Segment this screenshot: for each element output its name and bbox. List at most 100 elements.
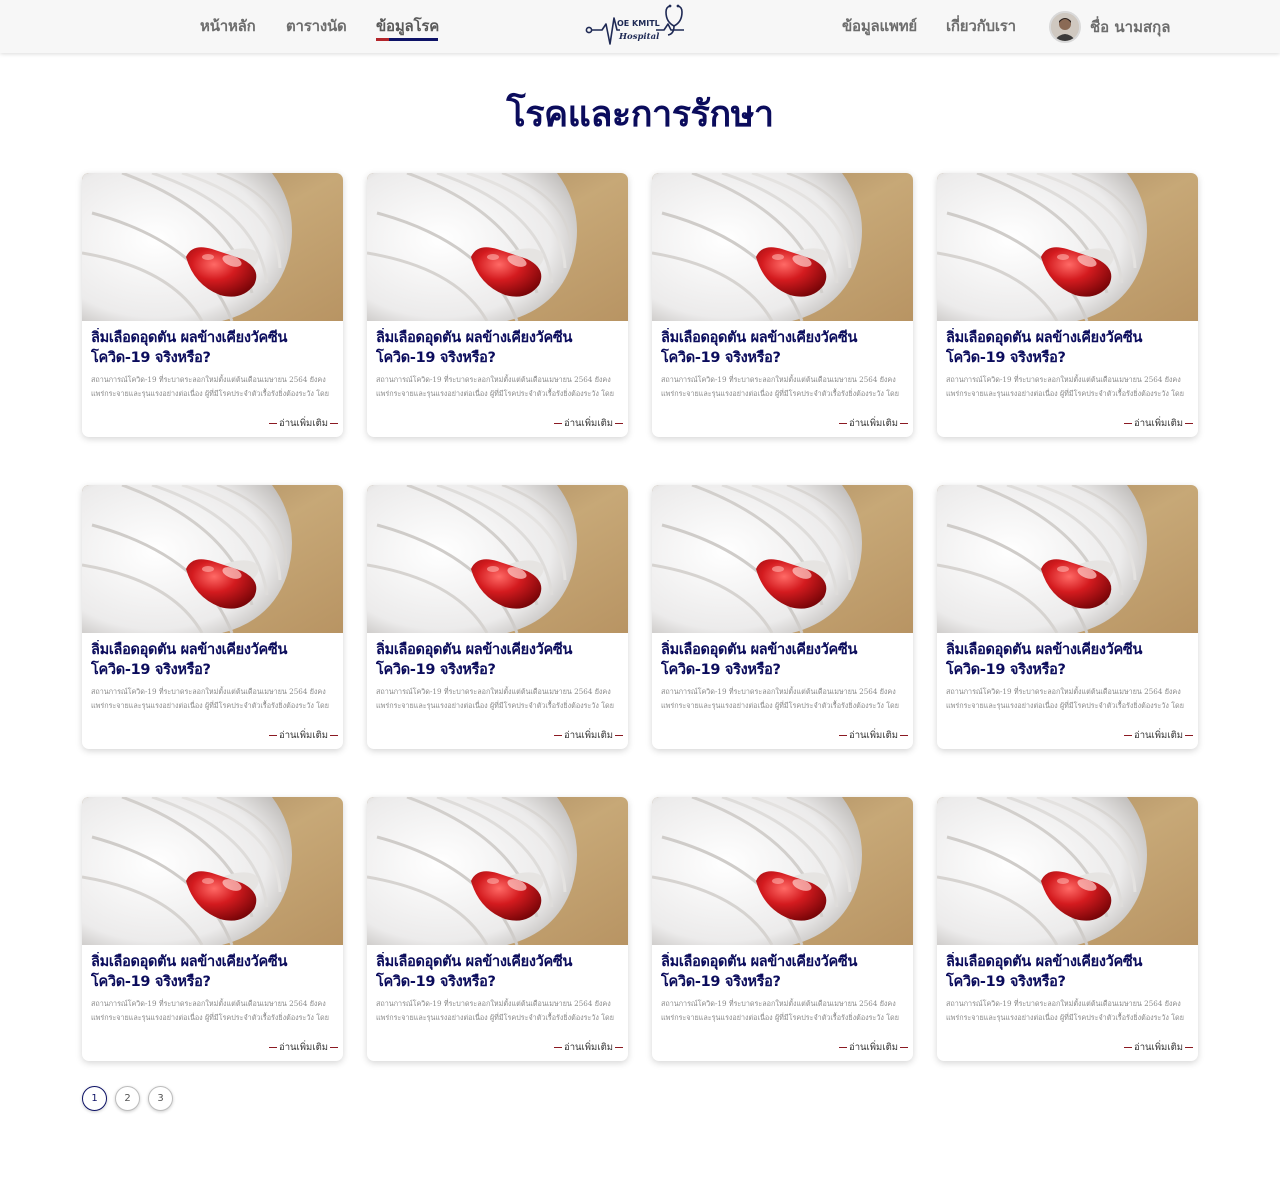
article-title-line2[interactable]: โควิด-19 จริงหรือ?: [946, 660, 1192, 680]
article-title[interactable]: ลิ่มเลือดอุดตัน ผลข้างเคียงวัคซีน โควิด-1…: [376, 952, 622, 992]
article-thumbnail-image[interactable]: [367, 173, 628, 321]
user-profile[interactable]: ชื่อ นามสกุล: [1049, 11, 1170, 43]
article-title[interactable]: ลิ่มเลือดอุดตัน ผลข้างเคียงวัคซีน โควิด-1…: [661, 328, 907, 368]
article-card[interactable]: ลิ่มเลือดอุดตัน ผลข้างเคียงวัคซีน โควิด-1…: [82, 485, 343, 749]
article-thumbnail-image[interactable]: [82, 173, 343, 321]
article-title[interactable]: ลิ่มเลือดอุดตัน ผลข้างเคียงวัคซีน โควิด-1…: [946, 952, 1192, 992]
article-title-line1[interactable]: ลิ่มเลือดอุดตัน ผลข้างเคียงวัคซีน: [376, 328, 622, 348]
article-title-line1[interactable]: ลิ่มเลือดอุดตัน ผลข้างเคียงวัคซีน: [946, 328, 1192, 348]
article-card[interactable]: ลิ่มเลือดอุดตัน ผลข้างเคียงวัคซีน โควิด-1…: [937, 797, 1198, 1061]
read-more-label[interactable]: อ่านเพิ่มเติม: [1134, 1040, 1183, 1055]
article-thumbnail-image[interactable]: [367, 485, 628, 633]
article-thumbnail-image[interactable]: [367, 797, 628, 945]
article-thumbnail-image[interactable]: [937, 797, 1198, 945]
article-title-line1[interactable]: ลิ่มเลือดอุดตัน ผลข้างเคียงวัคซีน: [661, 952, 907, 972]
article-thumbnail-image[interactable]: [937, 173, 1198, 321]
article-card[interactable]: ลิ่มเลือดอุดตัน ผลข้างเคียงวัคซีน โควิด-1…: [82, 797, 343, 1061]
article-title-line2[interactable]: โควิด-19 จริงหรือ?: [661, 348, 907, 368]
hospital-logo-icon[interactable]: OE KMITL Hospital: [584, 4, 696, 48]
top-navbar: หน้าหลัก ตารางนัด ข้อมูลโรค OE KMITL Hos…: [0, 0, 1280, 53]
user-avatar-icon[interactable]: [1049, 11, 1081, 43]
page-1-button[interactable]: 1: [82, 1086, 107, 1111]
article-card[interactable]: ลิ่มเลือดอุดตัน ผลข้างเคียงวัคซีน โควิด-1…: [937, 173, 1198, 437]
article-title-line1[interactable]: ลิ่มเลือดอุดตัน ผลข้างเคียงวัคซีน: [661, 328, 907, 348]
read-more-label[interactable]: อ่านเพิ่มเติม: [849, 728, 898, 743]
article-card[interactable]: ลิ่มเลือดอุดตัน ผลข้างเคียงวัคซีน โควิด-1…: [367, 485, 628, 749]
article-title[interactable]: ลิ่มเลือดอุดตัน ผลข้างเคียงวัคซีน โควิด-1…: [946, 328, 1192, 368]
article-title-line1[interactable]: ลิ่มเลือดอุดตัน ผลข้างเคียงวัคซีน: [376, 640, 622, 660]
article-thumbnail-image[interactable]: [937, 485, 1198, 633]
article-title-line2[interactable]: โควิด-19 จริงหรือ?: [376, 348, 622, 368]
read-more-label[interactable]: อ่านเพิ่มเติม: [849, 416, 898, 431]
read-more-label[interactable]: อ่านเพิ่มเติม: [1134, 728, 1183, 743]
article-title[interactable]: ลิ่มเลือดอุดตัน ผลข้างเคียงวัคซีน โควิด-1…: [376, 328, 622, 368]
nav-home-link[interactable]: หน้าหลัก: [200, 16, 256, 36]
article-card[interactable]: ลิ่มเลือดอุดตัน ผลข้างเคียงวัคซีน โควิด-1…: [367, 173, 628, 437]
nav-disease-info-link[interactable]: ข้อมูลโรค: [376, 16, 439, 42]
article-card[interactable]: ลิ่มเลือดอุดตัน ผลข้างเคียงวัคซีน โควิด-1…: [652, 173, 913, 437]
article-title[interactable]: ลิ่มเลือดอุดตัน ผลข้างเคียงวัคซีน โควิด-1…: [376, 640, 622, 680]
article-thumbnail-image[interactable]: [82, 797, 343, 945]
article-title-line2[interactable]: โควิด-19 จริงหรือ?: [376, 972, 622, 992]
article-card[interactable]: ลิ่มเลือดอุดตัน ผลข้างเคียงวัคซีน โควิด-1…: [652, 797, 913, 1061]
read-more-label[interactable]: อ่านเพิ่มเติม: [279, 728, 328, 743]
article-title[interactable]: ลิ่มเลือดอุดตัน ผลข้างเคียงวัคซีน โควิด-1…: [91, 640, 337, 680]
read-more-label[interactable]: อ่านเพิ่มเติม: [564, 728, 613, 743]
read-more-link[interactable]: อ่านเพิ่มเติม: [267, 728, 340, 743]
article-thumbnail-image[interactable]: [652, 485, 913, 633]
article-title[interactable]: ลิ่มเลือดอุดตัน ผลข้างเคียงวัคซีน โควิด-1…: [91, 952, 337, 992]
read-more-label[interactable]: อ่านเพิ่มเติม: [279, 1040, 328, 1055]
read-more-label[interactable]: อ่านเพิ่มเติม: [1134, 416, 1183, 431]
article-title-line2[interactable]: โควิด-19 จริงหรือ?: [661, 660, 907, 680]
nav-about-us-link[interactable]: เกี่ยวกับเรา: [946, 16, 1016, 36]
article-title-line1[interactable]: ลิ่มเลือดอุดตัน ผลข้างเคียงวัคซีน: [946, 952, 1192, 972]
read-more-link[interactable]: อ่านเพิ่มเติม: [552, 728, 625, 743]
article-title-line1[interactable]: ลิ่มเลือดอุดตัน ผลข้างเคียงวัคซีน: [91, 640, 337, 660]
article-title-line1[interactable]: ลิ่มเลือดอุดตัน ผลข้างเคียงวัคซีน: [661, 640, 907, 660]
article-title-line2[interactable]: โควิด-19 จริงหรือ?: [91, 972, 337, 992]
article-title[interactable]: ลิ่มเลือดอุดตัน ผลข้างเคียงวัคซีน โควิด-1…: [91, 328, 337, 368]
read-more-link[interactable]: อ่านเพิ่มเติม: [1122, 416, 1195, 431]
read-more-link[interactable]: อ่านเพิ่มเติม: [267, 1040, 340, 1055]
article-title-line2[interactable]: โควิด-19 จริงหรือ?: [376, 660, 622, 680]
read-more-label[interactable]: อ่านเพิ่มเติม: [279, 416, 328, 431]
article-excerpt: สถานการณ์โควิด-19 ที่ระบาดระลอกใหม่ตั้งแ…: [91, 997, 337, 1024]
article-title[interactable]: ลิ่มเลือดอุดตัน ผลข้างเคียงวัคซีน โควิด-1…: [946, 640, 1192, 680]
article-title-line1[interactable]: ลิ่มเลือดอุดตัน ผลข้างเคียงวัคซีน: [91, 328, 337, 348]
article-title-line2[interactable]: โควิด-19 จริงหรือ?: [946, 348, 1192, 368]
article-thumbnail-image[interactable]: [652, 173, 913, 321]
article-title-line1[interactable]: ลิ่มเลือดอุดตัน ผลข้างเคียงวัคซีน: [91, 952, 337, 972]
article-title-line1[interactable]: ลิ่มเลือดอุดตัน ผลข้างเคียงวัคซีน: [946, 640, 1192, 660]
read-more-link[interactable]: อ่านเพิ่มเติม: [837, 728, 910, 743]
article-title-line2[interactable]: โควิด-19 จริงหรือ?: [661, 972, 907, 992]
read-more-link[interactable]: อ่านเพิ่มเติม: [1122, 1040, 1195, 1055]
page-2-button[interactable]: 2: [115, 1086, 140, 1111]
nav-doctor-info-link[interactable]: ข้อมูลแพทย์: [842, 16, 917, 36]
read-more-label[interactable]: อ่านเพิ่มเติม: [564, 416, 613, 431]
read-more-link[interactable]: อ่านเพิ่มเติม: [267, 416, 340, 431]
article-card[interactable]: ลิ่มเลือดอุดตัน ผลข้างเคียงวัคซีน โควิด-1…: [367, 797, 628, 1061]
read-more-link[interactable]: อ่านเพิ่มเติม: [837, 416, 910, 431]
read-more-label[interactable]: อ่านเพิ่มเติม: [849, 1040, 898, 1055]
read-more-link[interactable]: อ่านเพิ่มเติม: [837, 1040, 910, 1055]
article-title-line2[interactable]: โควิด-19 จริงหรือ?: [946, 972, 1192, 992]
article-title[interactable]: ลิ่มเลือดอุดตัน ผลข้างเคียงวัคซีน โควิด-1…: [661, 952, 907, 992]
read-more-label[interactable]: อ่านเพิ่มเติม: [564, 1040, 613, 1055]
article-title-line2[interactable]: โควิด-19 จริงหรือ?: [91, 348, 337, 368]
user-profile-name[interactable]: ชื่อ นามสกุล: [1090, 15, 1170, 39]
article-thumbnail-image[interactable]: [652, 797, 913, 945]
article-title-line2[interactable]: โควิด-19 จริงหรือ?: [91, 660, 337, 680]
article-thumbnail-image[interactable]: [82, 485, 343, 633]
nav-appointment-link[interactable]: ตารางนัด: [286, 16, 347, 36]
article-title[interactable]: ลิ่มเลือดอุดตัน ผลข้างเคียงวัคซีน โควิด-1…: [661, 640, 907, 680]
article-excerpt: สถานการณ์โควิด-19 ที่ระบาดระลอกใหม่ตั้งแ…: [91, 373, 337, 400]
article-excerpt-line2: แพร่กระจายและรุนแรงอย่างต่อเนื่อง ผู้ที่…: [376, 388, 614, 398]
read-more-link[interactable]: อ่านเพิ่มเติม: [1122, 728, 1195, 743]
page-3-button[interactable]: 3: [148, 1086, 173, 1111]
article-card[interactable]: ลิ่มเลือดอุดตัน ผลข้างเคียงวัคซีน โควิด-1…: [937, 485, 1198, 749]
article-title-line1[interactable]: ลิ่มเลือดอุดตัน ผลข้างเคียงวัคซีน: [376, 952, 622, 972]
article-card[interactable]: ลิ่มเลือดอุดตัน ผลข้างเคียงวัคซีน โควิด-1…: [82, 173, 343, 437]
read-more-link[interactable]: อ่านเพิ่มเติม: [552, 1040, 625, 1055]
read-more-link[interactable]: อ่านเพิ่มเติม: [552, 416, 625, 431]
article-card[interactable]: ลิ่มเลือดอุดตัน ผลข้างเคียงวัคซีน โควิด-1…: [652, 485, 913, 749]
